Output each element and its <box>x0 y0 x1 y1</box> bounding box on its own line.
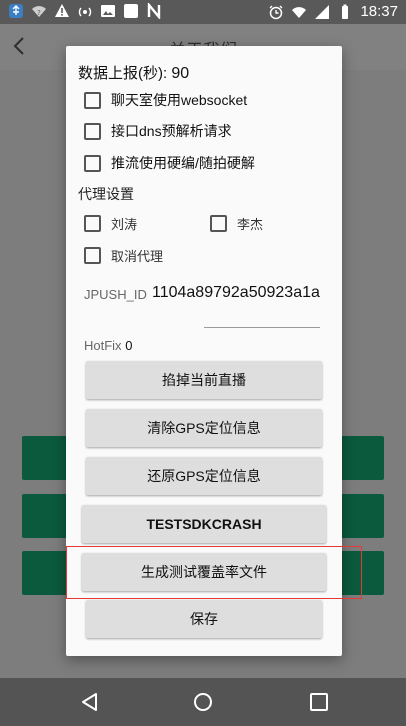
warning-icon <box>55 4 69 17</box>
status-right-icons: 18:37 <box>268 3 398 20</box>
signal-icon <box>315 4 330 19</box>
proxy-option-liutao[interactable]: 刘涛 <box>84 214 137 233</box>
restore-gps-button[interactable]: 还原GPS定位信息 <box>86 457 322 495</box>
checkbox-websocket[interactable]: 聊天室使用websocket <box>84 90 247 110</box>
square-icon <box>124 4 138 18</box>
proxy-section-title: 代理设置 <box>78 186 134 202</box>
wifi-icon <box>292 6 307 18</box>
checkbox-label: 刘涛 <box>111 217 138 232</box>
hotspot-icon <box>78 7 92 17</box>
checkbox-label: 推流使用硬编/随拍硬解 <box>111 155 255 171</box>
status-left-icons: ? <box>8 3 162 19</box>
checkbox-hardware-encode[interactable]: 推流使用硬编/随拍硬解 <box>84 153 255 173</box>
alarm-icon <box>269 5 283 19</box>
kill-live-button[interactable]: 掐掉当前直播 <box>86 361 322 399</box>
jpush-id-label: JPUSH_ID <box>84 287 147 302</box>
status-bar: ? 18:37 <box>0 0 406 24</box>
jpush-id-field[interactable]: 1104a89792a50923a1a <box>152 282 320 303</box>
battery-icon <box>342 4 349 19</box>
checkbox-box[interactable] <box>84 122 101 140</box>
checkbox-dns-prefetch[interactable]: 接口dns预解析请求 <box>84 121 232 141</box>
hotfix-label: HotFix <box>84 338 122 353</box>
navigation-bar <box>0 678 406 726</box>
hotfix-value: 0 <box>125 338 133 353</box>
checkbox-box[interactable] <box>84 91 101 109</box>
report-interval-value[interactable]: 90 <box>171 65 189 82</box>
save-button[interactable]: 保存 <box>86 600 322 638</box>
report-interval-row: 数据上报(秒): 90 <box>78 62 189 83</box>
n-icon <box>147 3 161 19</box>
checkbox-label: 接口dns预解析请求 <box>111 123 232 139</box>
highlight-box <box>66 546 362 599</box>
svg-text:?: ? <box>37 9 41 17</box>
nav-recents-icon[interactable] <box>309 692 329 712</box>
nav-home-icon[interactable] <box>193 692 213 712</box>
nav-back-icon[interactable] <box>80 692 100 712</box>
wifi-question-icon: ? <box>32 6 46 17</box>
clear-gps-button[interactable]: 清除GPS定位信息 <box>86 409 322 447</box>
usb-icon <box>9 4 23 18</box>
jpush-id-underline <box>204 327 320 328</box>
proxy-option-lijie[interactable]: 李杰 <box>210 214 263 233</box>
test-sdk-crash-button[interactable]: TESTSDKCRASH <box>82 505 326 543</box>
proxy-option-cancel[interactable]: 取消代理 <box>84 246 163 265</box>
checkbox-box[interactable] <box>84 215 101 232</box>
status-time: 18:37 <box>360 3 398 20</box>
checkbox-label: 取消代理 <box>111 249 164 264</box>
checkbox-box[interactable] <box>210 215 227 232</box>
checkbox-label: 聊天室使用websocket <box>111 92 248 108</box>
report-interval-label: 数据上报(秒): <box>78 65 168 82</box>
checkbox-box[interactable] <box>84 247 101 264</box>
checkbox-label: 李杰 <box>237 217 264 232</box>
checkbox-box[interactable] <box>84 154 101 172</box>
hotfix-row: HotFix 0 <box>84 338 132 353</box>
image-icon <box>101 5 115 17</box>
